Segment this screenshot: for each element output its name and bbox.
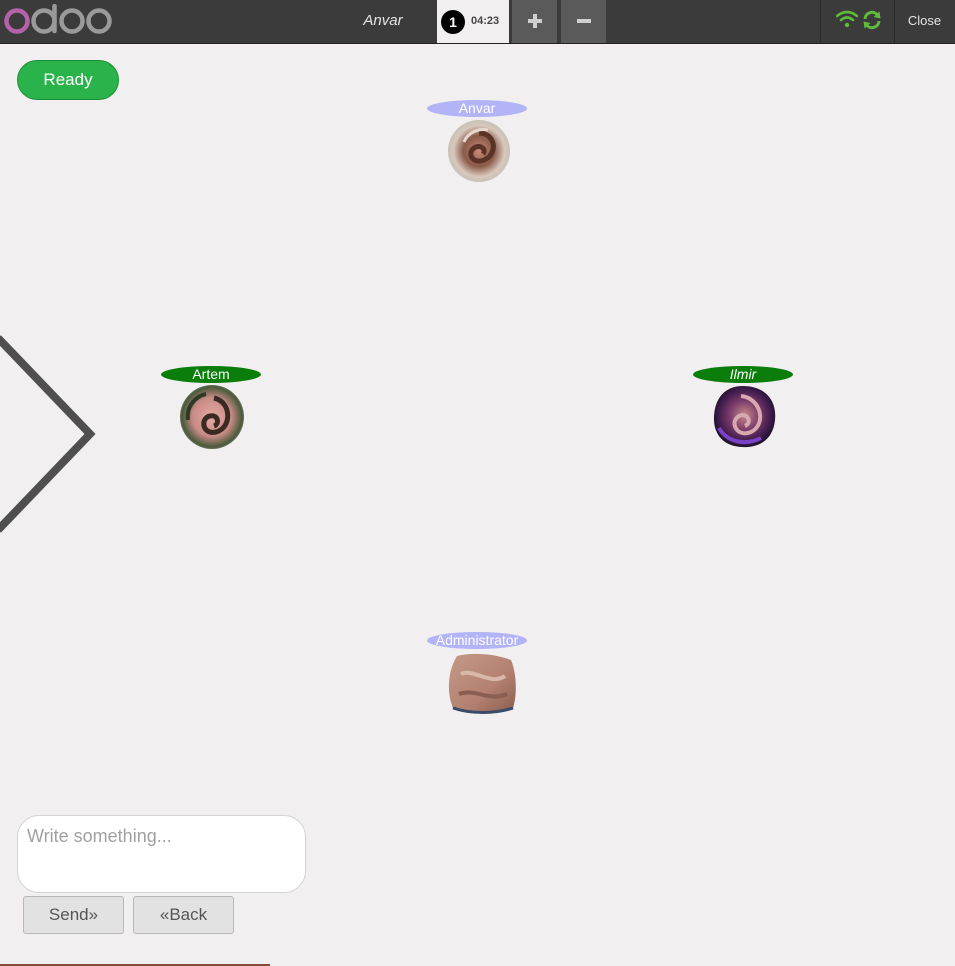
cashier-name[interactable]: Anvar [330, 0, 436, 43]
odoo-logo [4, 4, 112, 34]
connection-status [820, 0, 895, 43]
avatar [713, 386, 776, 448]
send-button[interactable]: Send» [23, 896, 124, 934]
minus-icon [577, 19, 591, 23]
participant-name: Ilmir [693, 366, 793, 383]
order-time: 04:23 [471, 15, 500, 27]
remove-order-button[interactable] [561, 0, 606, 43]
back-label: Back [169, 905, 208, 924]
participant-name: Administrator [427, 632, 527, 649]
order-tab-active[interactable]: 1 04:23 [437, 0, 509, 43]
close-button[interactable]: Close [894, 0, 955, 43]
message-input[interactable] [17, 815, 306, 893]
ready-button[interactable]: Ready [17, 60, 119, 100]
avatar [448, 653, 516, 714]
order-number-badge: 1 [441, 10, 465, 34]
avatar [448, 120, 510, 182]
double-chevron-right-icon: » [88, 905, 99, 924]
top-bar: Anvar 1 04:23 Close [0, 0, 955, 44]
sync-icon[interactable] [862, 10, 882, 30]
wifi-icon [836, 10, 858, 28]
chevron-left-arrow-icon[interactable] [0, 335, 100, 535]
send-label: Send [48, 905, 89, 924]
back-button[interactable]: «Back [133, 896, 234, 934]
add-order-button[interactable] [512, 0, 557, 43]
participant-name: Artem [161, 366, 261, 383]
double-chevron-left-icon: « [159, 905, 170, 924]
participant-name: Anvar [427, 100, 527, 117]
avatar [180, 385, 244, 449]
